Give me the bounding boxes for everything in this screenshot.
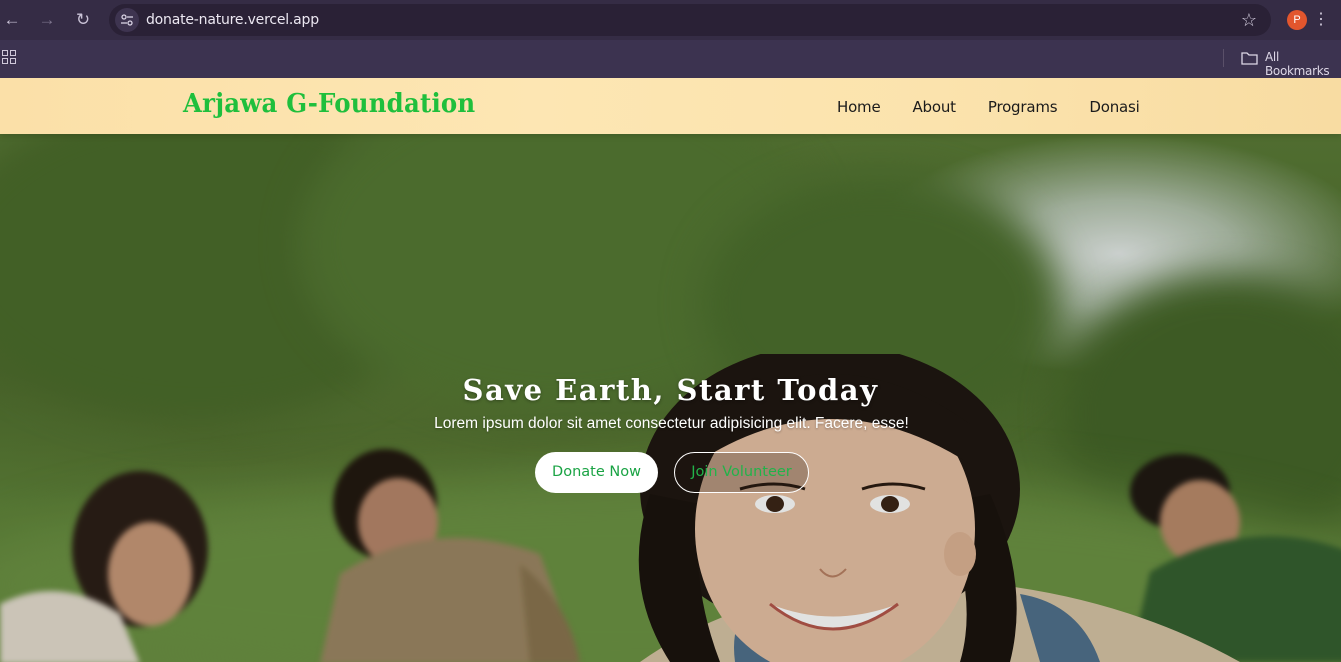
bookmarks-bar: All Bookmarks: [0, 40, 1341, 78]
menu-dots-icon[interactable]: ⋮: [1313, 8, 1329, 32]
browser-toolbar: ← → ↻ donate-nature.vercel.app ☆ P ⋮: [0, 0, 1341, 40]
all-bookmarks-link[interactable]: All Bookmarks: [1265, 50, 1341, 78]
folder-icon: [1241, 52, 1258, 65]
site-info-icon[interactable]: [115, 8, 139, 32]
apps-grid-icon[interactable]: [2, 50, 16, 64]
hero-title: Save Earth, Start Today: [462, 373, 879, 407]
nav-home[interactable]: Home: [837, 98, 881, 116]
page-viewport: Arjawa G-Foundation Home About Programs …: [0, 78, 1341, 662]
nav-donasi[interactable]: Donasi: [1089, 98, 1139, 116]
reload-icon[interactable]: ↻: [72, 9, 94, 31]
donate-now-button[interactable]: Donate Now: [535, 452, 658, 493]
bookmark-star-icon[interactable]: ☆: [1241, 10, 1257, 30]
join-volunteer-button[interactable]: Join Volunteer: [674, 452, 809, 493]
nav-programs[interactable]: Programs: [988, 98, 1058, 116]
forward-icon[interactable]: →: [36, 9, 58, 31]
address-bar[interactable]: donate-nature.vercel.app ☆: [109, 4, 1271, 36]
site-logo[interactable]: Arjawa G-Foundation: [183, 89, 475, 119]
back-icon[interactable]: ←: [1, 9, 23, 31]
profile-avatar[interactable]: P: [1287, 10, 1307, 30]
url-text[interactable]: donate-nature.vercel.app: [146, 12, 319, 28]
nav-menu: Home About Programs Donasi: [837, 98, 1140, 116]
nav-about[interactable]: About: [913, 98, 957, 116]
site-navbar: Arjawa G-Foundation Home About Programs …: [0, 78, 1341, 134]
hero-content: Save Earth, Start Today Lorem ipsum dolo…: [0, 134, 1341, 662]
bookmarks-divider: [1223, 49, 1224, 67]
hero-subtitle: Lorem ipsum dolor sit amet consectetur a…: [434, 415, 909, 432]
hero-section: Save Earth, Start Today Lorem ipsum dolo…: [0, 134, 1341, 662]
